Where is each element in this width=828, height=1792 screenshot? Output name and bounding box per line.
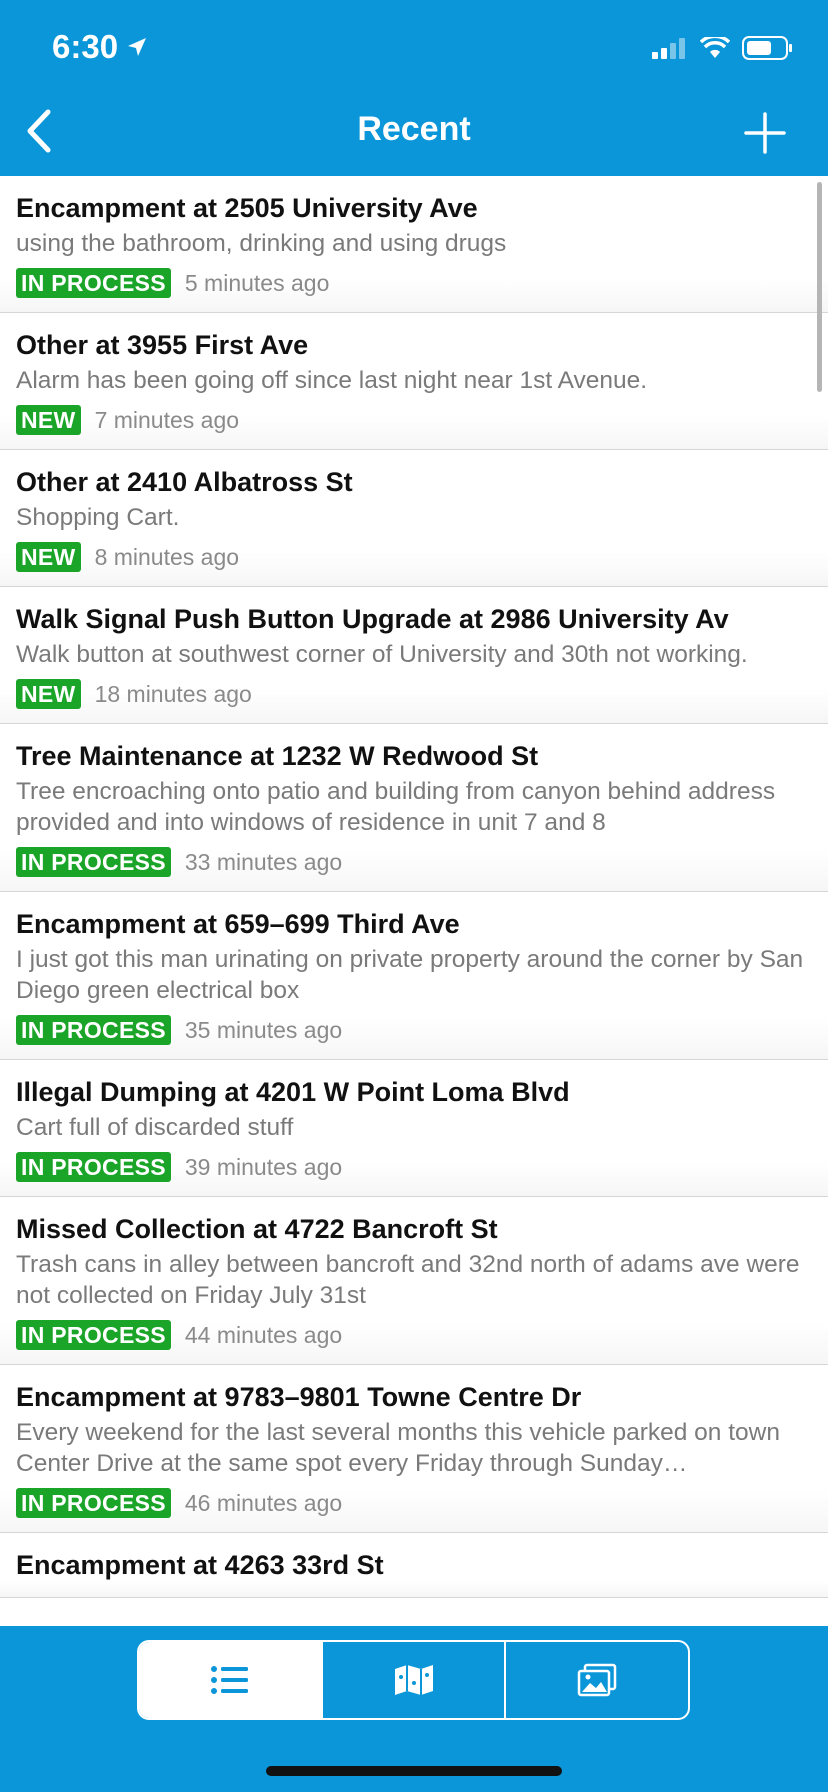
list-item[interactable]: Other at 2410 Albatross St Shopping Cart…	[0, 450, 828, 587]
item-description: Walk button at southwest corner of Unive…	[16, 641, 748, 668]
item-description: using the bathroom, drinking and using d…	[16, 230, 507, 257]
item-description: I just got this man urinating on private…	[16, 946, 804, 1004]
location-arrow-icon	[128, 38, 147, 56]
item-title: Encampment at 2505 University Ave	[16, 193, 478, 223]
status-badge: IN PROCESS	[16, 847, 171, 877]
status-badge: IN PROCESS	[16, 268, 171, 298]
item-title: Walk Signal Push Button Upgrade at 2986 …	[16, 604, 729, 634]
item-title: Other at 2410 Albatross St	[16, 467, 353, 497]
list-item[interactable]: Encampment at 9783–9801 Towne Centre Dr …	[0, 1365, 828, 1533]
item-title: Missed Collection at 4722 Bancroft St	[16, 1214, 498, 1244]
status-indicators	[652, 36, 794, 60]
item-title: Encampment at 9783–9801 Towne Centre Dr	[16, 1382, 582, 1412]
list-item[interactable]: Other at 3955 First Ave Alarm has been g…	[0, 313, 828, 450]
item-time: 46 minutes ago	[184, 1489, 343, 1516]
status-badge: NEW	[16, 405, 81, 435]
tab-map[interactable]	[320, 1642, 505, 1718]
list-item[interactable]: Tree Maintenance at 1232 W Redwood St Tr…	[0, 724, 828, 892]
status-badge: IN PROCESS	[16, 1488, 171, 1518]
list-item[interactable]: Missed Collection at 4722 Bancroft St Tr…	[0, 1197, 828, 1365]
item-title: Other at 3955 First Ave	[16, 330, 309, 360]
status-badge: IN PROCESS	[16, 1320, 171, 1350]
item-description: Every weekend for the last several month…	[16, 1419, 780, 1477]
scrollbar[interactable]	[817, 182, 822, 392]
item-time: 35 minutes ago	[184, 1016, 343, 1043]
status-time-text: 6:30	[52, 28, 119, 65]
item-title: Tree Maintenance at 1232 W Redwood St	[16, 741, 539, 771]
status-badge: NEW	[16, 679, 81, 709]
tab-list[interactable]	[139, 1642, 321, 1718]
item-time: 7 minutes ago	[94, 406, 240, 433]
list-icon	[210, 1666, 248, 1694]
item-title: Illegal Dumping at 4201 W Point Loma Blv…	[16, 1077, 570, 1107]
status-bar-time: 6:30	[52, 28, 148, 66]
item-description: Cart full of discarded stuff	[16, 1114, 294, 1141]
item-description: Tree encroaching onto patio and building…	[16, 778, 776, 836]
plus-icon	[744, 112, 786, 154]
item-time: 8 minutes ago	[94, 543, 240, 570]
item-time: 18 minutes ago	[94, 680, 252, 707]
item-time: 44 minutes ago	[184, 1321, 343, 1348]
requests-list[interactable]: Encampment at 2505 University Ave using …	[0, 176, 828, 1626]
battery-icon	[742, 36, 792, 60]
bottom-tab-bar	[0, 1626, 828, 1792]
add-button[interactable]	[742, 110, 788, 156]
item-description: Shopping Cart.	[16, 504, 180, 531]
item-description: Alarm has been going off since last nigh…	[16, 367, 648, 394]
photos-icon	[577, 1663, 617, 1697]
home-indicator[interactable]	[266, 1766, 562, 1776]
list-item[interactable]: Illegal Dumping at 4201 W Point Loma Blv…	[0, 1060, 828, 1197]
cellular-signal-icon	[652, 38, 685, 59]
view-switcher	[137, 1640, 690, 1720]
map-icon	[394, 1665, 433, 1695]
tab-photos[interactable]	[504, 1642, 688, 1718]
item-time: 5 minutes ago	[184, 269, 330, 296]
wifi-icon	[700, 37, 730, 58]
item-time: 39 minutes ago	[184, 1153, 343, 1180]
page-title: Recent	[357, 110, 471, 148]
list-item[interactable]: Encampment at 2505 University Ave using …	[0, 176, 828, 313]
item-description: Trash cans in alley between bancroft and…	[16, 1251, 800, 1309]
status-badge: NEW	[16, 542, 81, 572]
status-badge: IN PROCESS	[16, 1152, 171, 1182]
header: 6:30 Recent	[0, 0, 828, 176]
list-item[interactable]: Walk Signal Push Button Upgrade at 2986 …	[0, 587, 828, 724]
list-item[interactable]: Encampment at 659–699 Third Ave I just g…	[0, 892, 828, 1060]
status-badge: IN PROCESS	[16, 1015, 171, 1045]
list-item[interactable]: Encampment at 4263 33rd St	[0, 1533, 828, 1598]
item-title: Encampment at 659–699 Third Ave	[16, 909, 460, 939]
item-time: 33 minutes ago	[184, 848, 343, 875]
item-title: Encampment at 4263 33rd St	[16, 1550, 384, 1580]
